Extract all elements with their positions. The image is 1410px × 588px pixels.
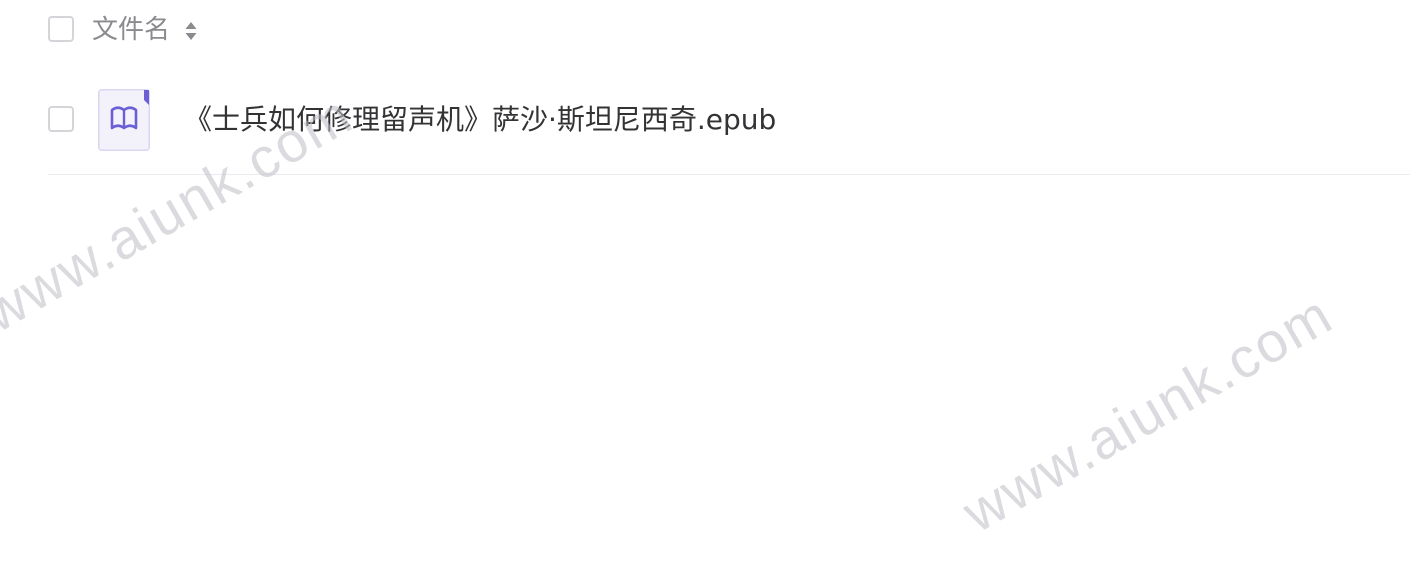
book-icon xyxy=(98,89,150,151)
file-name[interactable]: 《士兵如何修理留声机》萨沙·斯坦尼西奇.epub xyxy=(184,100,776,140)
row-divider xyxy=(48,174,1410,175)
column-header-filename[interactable]: 文件名 xyxy=(92,12,170,48)
file-select-checkbox[interactable] xyxy=(48,106,74,132)
sort-updown-icon[interactable] xyxy=(184,20,198,42)
select-all-checkbox[interactable] xyxy=(48,16,74,42)
watermark-text: www.aiunk.com xyxy=(952,282,1343,545)
